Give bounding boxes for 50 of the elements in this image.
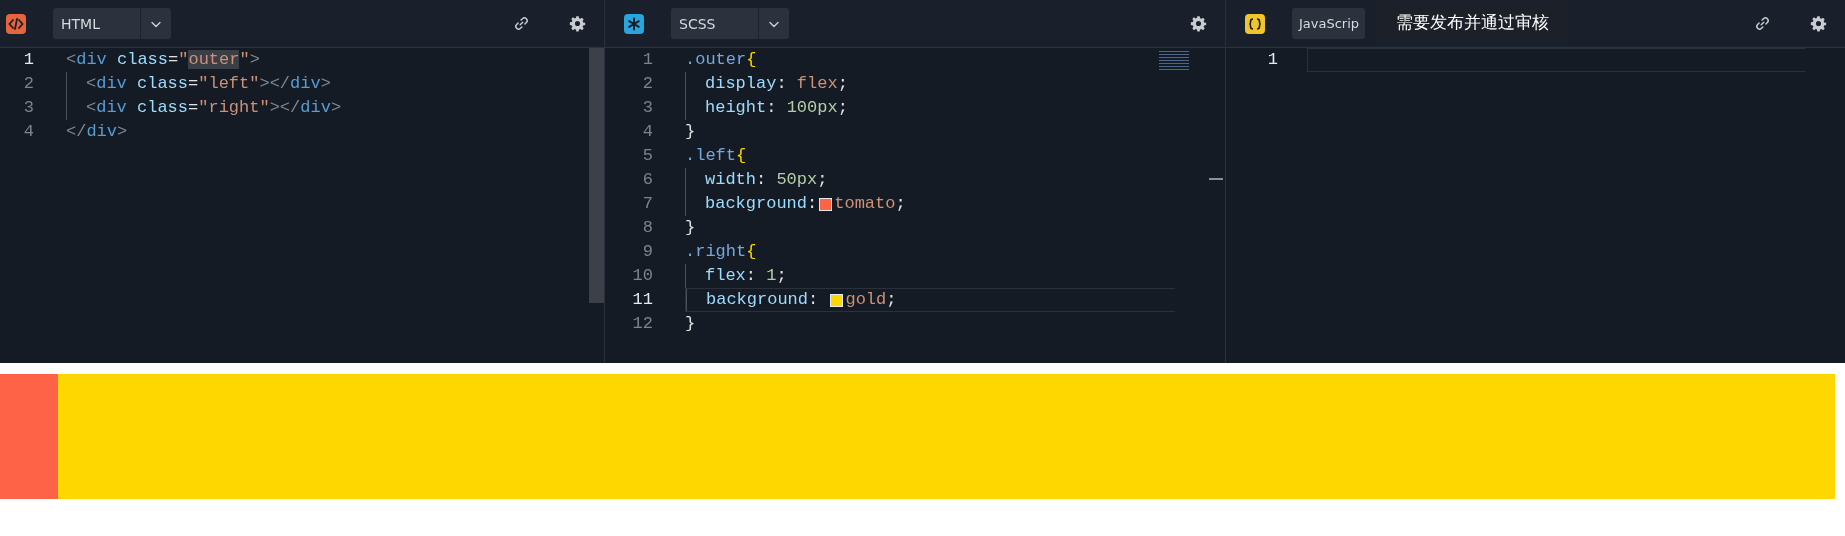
line-number: 6 (641, 169, 653, 191)
line-number: 2 (641, 73, 653, 95)
code-text: .right{ (685, 241, 757, 263)
scrollbar-thumb[interactable] (589, 48, 604, 303)
line-number: 11 (631, 289, 653, 311)
code-text: } (685, 121, 696, 143)
code-text: tomato; (834, 193, 906, 215)
code-text: } (685, 217, 696, 239)
line-number: 4 (22, 121, 34, 143)
line-number: 5 (641, 145, 653, 167)
code-icon (6, 13, 26, 34)
braces-icon (1245, 13, 1265, 34)
settings-icon[interactable] (1810, 15, 1827, 32)
line-number: 10 (631, 265, 653, 287)
settings-icon[interactable] (1190, 15, 1207, 32)
line-number: 8 (641, 217, 653, 239)
code-text: .outer{ (685, 49, 757, 71)
line-number: 12 (631, 313, 653, 335)
code-text: background: (705, 193, 818, 215)
code-text: .left{ (685, 145, 747, 167)
scroll-marker (1209, 178, 1223, 180)
line-number: 3 (641, 97, 653, 119)
line-number: 1 (641, 49, 653, 71)
language-dropdown[interactable]: SCSS (671, 8, 789, 39)
language-dropdown[interactable]: JavaScrip (1292, 8, 1366, 39)
code-text: <div class="left"></div> (86, 73, 331, 95)
link-icon[interactable] (1754, 15, 1771, 32)
line-number: 1 (22, 49, 34, 71)
language-dropdown[interactable]: HTML (53, 8, 171, 39)
line-number: 7 (641, 193, 653, 215)
code-text: height: 100px; (705, 97, 848, 119)
line-number: 3 (22, 97, 34, 119)
color-swatch[interactable] (819, 197, 833, 211)
code-text: <div class="right"></div> (86, 97, 342, 119)
line-number: 9 (641, 241, 653, 263)
code-text: </div> (66, 121, 128, 143)
line-number: 2 (22, 73, 34, 95)
code-text: background: (706, 289, 820, 311)
link-icon[interactable] (513, 15, 530, 32)
asterisk-icon (624, 13, 644, 34)
color-swatch[interactable] (830, 293, 844, 307)
code-text: display: flex; (705, 73, 848, 95)
code-text: width: 50px; (705, 169, 828, 191)
line-number: 1 (1266, 49, 1278, 71)
code-text: <div class="outer"> (66, 49, 260, 71)
settings-icon[interactable] (569, 15, 586, 32)
code-text: gold; (845, 289, 897, 311)
line-number: 4 (641, 121, 653, 143)
code-text: } (685, 313, 696, 335)
code-text: flex: 1; (705, 265, 787, 287)
